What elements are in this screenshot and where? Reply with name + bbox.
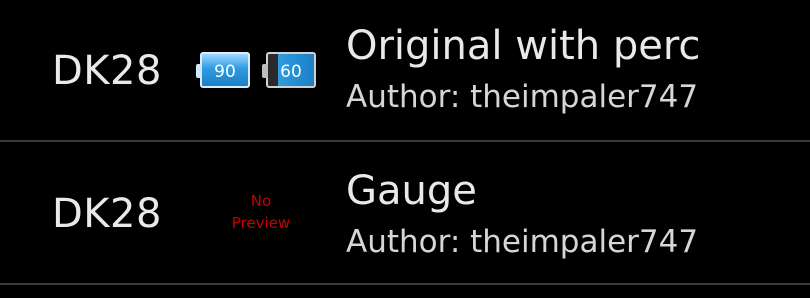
- no-preview-line1: No: [250, 192, 272, 210]
- battery-level: 90: [214, 62, 236, 82]
- list-item[interactable]: DK28 90 60 Original with perc Author: th…: [0, 0, 810, 142]
- no-preview-line2: Preview: [231, 214, 291, 232]
- battery-icon: 90: [196, 52, 250, 88]
- item-title: Gauge: [346, 168, 477, 214]
- battery-level: 60: [280, 62, 302, 82]
- device-label: DK28: [52, 191, 162, 237]
- item-title: Original with perc: [346, 23, 701, 69]
- item-author: Author: theimpaler747: [346, 224, 699, 260]
- item-author: Author: theimpaler747: [346, 79, 699, 115]
- theme-list: DK28 90 60 Original with perc Author: th…: [0, 0, 810, 298]
- no-preview-icon: No Preview: [206, 190, 316, 234]
- device-label: DK28: [52, 48, 162, 94]
- list-item[interactable]: DK28 Gauge Author: theimpaler747: [0, 143, 810, 285]
- battery-icon: 60: [262, 52, 316, 88]
